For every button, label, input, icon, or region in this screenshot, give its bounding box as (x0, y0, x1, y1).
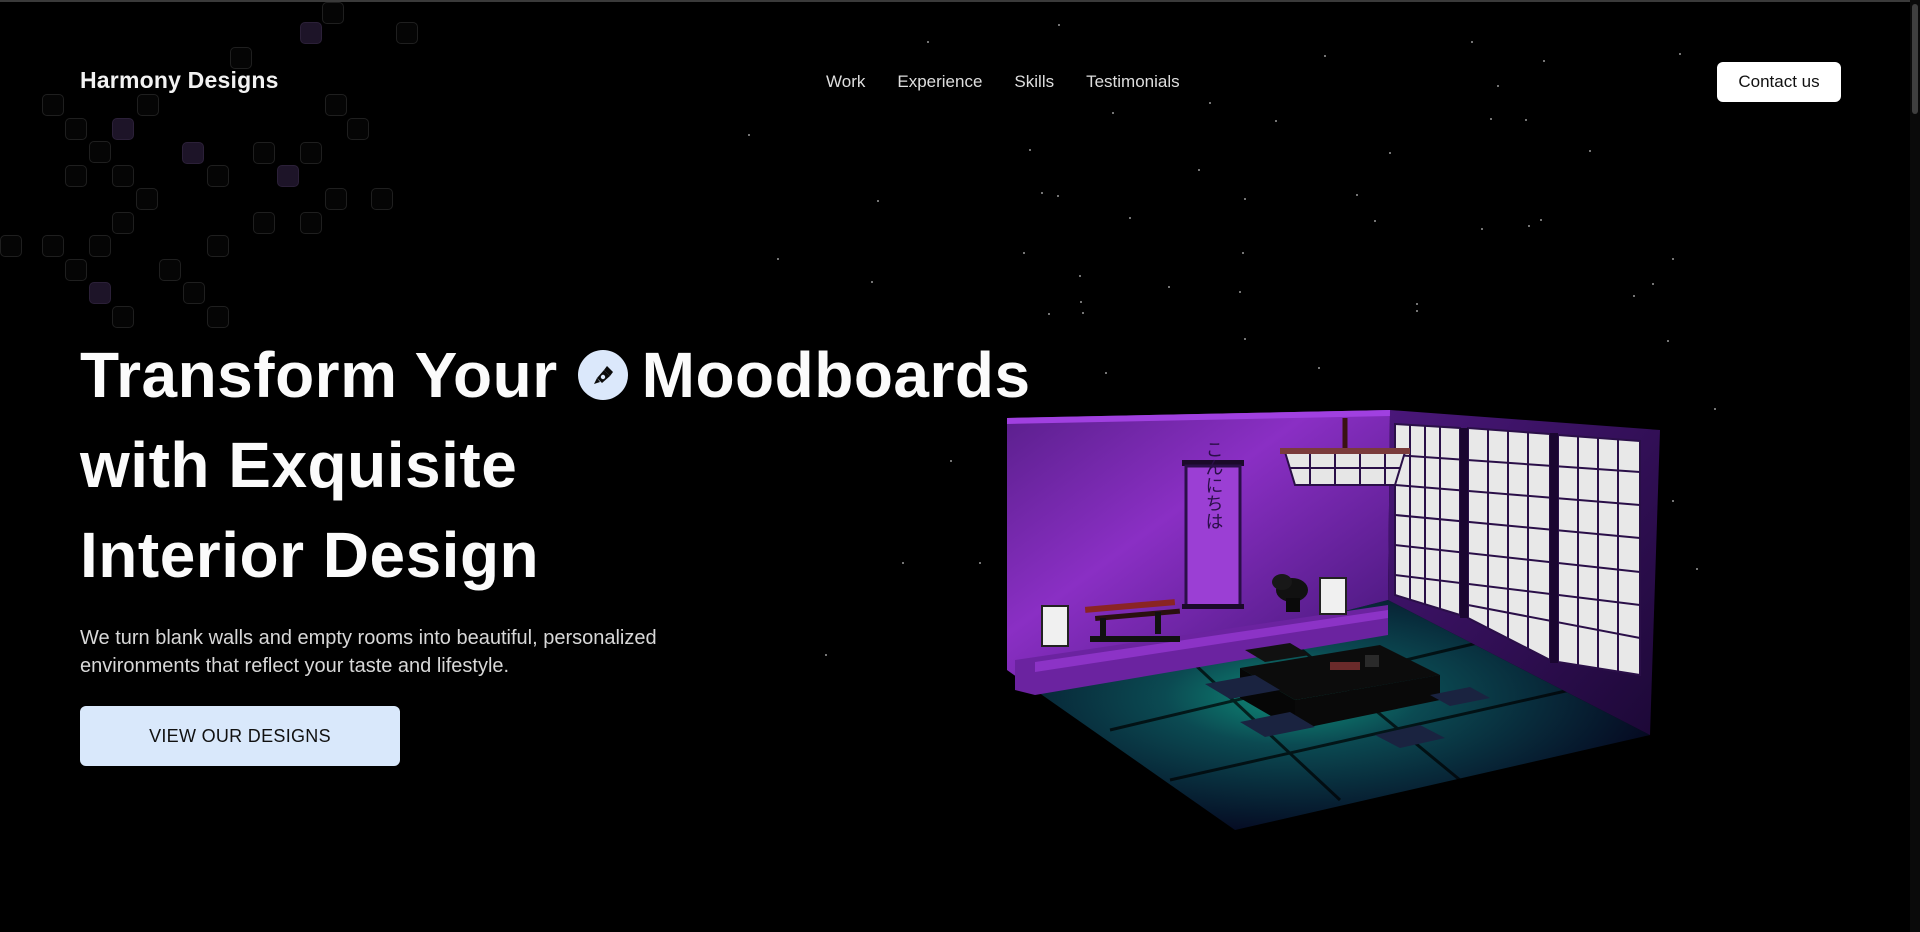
hero-subtitle-line-1: We turn blank walls and empty rooms into… (80, 627, 657, 649)
nav-testimonials[interactable]: Testimonials (1086, 72, 1180, 92)
view-designs-button[interactable]: VIEW OUR DESIGNS (80, 706, 400, 766)
hero-title-line-3: Interior Design (80, 519, 540, 591)
hero-subtitle-line-2: environments that reflect your taste and… (80, 655, 510, 677)
japanese-room-illustration: こんにちは (1007, 410, 1660, 830)
hero-subtitle: We turn blank walls and empty rooms into… (80, 624, 720, 680)
scroll-text: こんにちは (1203, 440, 1224, 530)
scrollbar-thumb[interactable] (1912, 4, 1918, 114)
nav-work[interactable]: Work (826, 72, 865, 92)
nav-experience[interactable]: Experience (897, 72, 982, 92)
hero-title-part-2: Moodboards (641, 339, 1031, 411)
nav-skills[interactable]: Skills (1014, 72, 1054, 92)
contact-us-button[interactable]: Contact us (1717, 62, 1841, 102)
design-tool-icon (577, 350, 628, 400)
page: Harmony Designs Work Experience Skills T… (0, 0, 1920, 932)
scrollbar[interactable] (1910, 0, 1920, 932)
brand-logo[interactable]: Harmony Designs (80, 67, 279, 94)
hero-title: Transform Your Moodboards with Exquisite… (80, 330, 1031, 600)
hero-title-line-2: with Exquisite (80, 429, 518, 501)
hero-title-line-1: Transform Your Moodboards (80, 330, 1031, 420)
hero-title-part-1: Transform Your (80, 339, 558, 411)
main-nav: Work Experience Skills Testimonials (826, 72, 1180, 92)
